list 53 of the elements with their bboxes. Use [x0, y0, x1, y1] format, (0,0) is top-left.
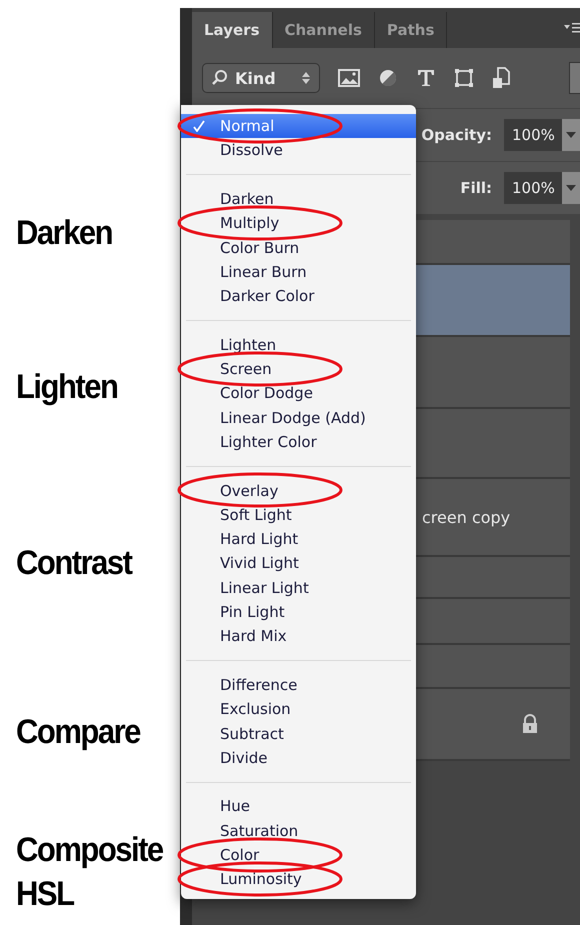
- document-icon[interactable]: [492, 67, 510, 89]
- fill-field[interactable]: 100%: [504, 172, 562, 204]
- menu-item[interactable]: Pin Light: [181, 600, 416, 624]
- menu-item[interactable]: Subtract: [181, 721, 416, 746]
- opacity-field[interactable]: 100%: [504, 119, 562, 151]
- menu-item[interactable]: Divide: [181, 746, 416, 770]
- menu-item[interactable]: Vivid Light: [181, 551, 416, 576]
- menu-item[interactable]: Normal: [181, 114, 416, 138]
- half-circle-icon[interactable]: [378, 68, 398, 88]
- menu-item[interactable]: Color Burn: [181, 235, 416, 260]
- group-label: Contrast: [16, 542, 133, 584]
- menu-item[interactable]: Color: [181, 842, 416, 868]
- menu-item[interactable]: Hard Light: [181, 527, 416, 552]
- menu-item[interactable]: Luminosity: [181, 867, 416, 892]
- opacity-label: Opacity:: [421, 126, 492, 144]
- menu-item[interactable]: Screen: [181, 356, 416, 382]
- menu-item[interactable]: Hue: [181, 794, 416, 819]
- menu-item[interactable]: Linear Dodge (Add): [181, 406, 416, 430]
- layer-name: creen copy: [422, 508, 510, 526]
- menu-item[interactable]: Linear Light: [181, 576, 416, 600]
- group-label: Darken: [16, 212, 114, 254]
- menu-item[interactable]: Lighter Color: [181, 430, 416, 454]
- menu-item[interactable]: Saturation: [181, 818, 416, 843]
- search-icon: [211, 69, 229, 87]
- menu-item[interactable]: Color Dodge: [181, 381, 416, 406]
- menu-item[interactable]: Darken: [181, 186, 416, 212]
- filter-toggle[interactable]: [569, 62, 580, 94]
- group-label: Composite HSL: [16, 829, 164, 915]
- stepper-icon: [301, 70, 311, 86]
- menu-item[interactable]: Linear Burn: [181, 260, 416, 284]
- panel-menu-icon[interactable]: [564, 22, 580, 34]
- caret-icon: [566, 132, 576, 138]
- menu-item[interactable]: Multiply: [181, 211, 416, 236]
- transform-box-icon[interactable]: [454, 68, 474, 88]
- menu-item[interactable]: Exclusion: [181, 697, 416, 722]
- menu-item[interactable]: Difference: [181, 672, 416, 698]
- menu-item[interactable]: Soft Light: [181, 502, 416, 528]
- filter-select[interactable]: Kind: [202, 63, 320, 93]
- menu-item[interactable]: Hard Mix: [181, 624, 416, 649]
- group-label: Compare: [16, 711, 142, 753]
- caret-icon: [566, 185, 576, 191]
- menu-item[interactable]: Dissolve: [181, 138, 416, 163]
- image-icon[interactable]: [338, 68, 360, 88]
- checkmark-icon: [193, 120, 205, 132]
- group-label: Lighten: [16, 366, 118, 408]
- fill-dropdown[interactable]: [562, 172, 580, 204]
- fill-label: Fill:: [460, 179, 492, 197]
- text-icon[interactable]: [416, 68, 436, 88]
- opacity-dropdown[interactable]: [562, 119, 580, 151]
- menu-item[interactable]: Lighten: [181, 332, 416, 357]
- menu-item[interactable]: Overlay: [181, 478, 416, 503]
- panel-tab[interactable]: Layers: [192, 12, 272, 48]
- menu-item[interactable]: Darker Color: [181, 284, 416, 308]
